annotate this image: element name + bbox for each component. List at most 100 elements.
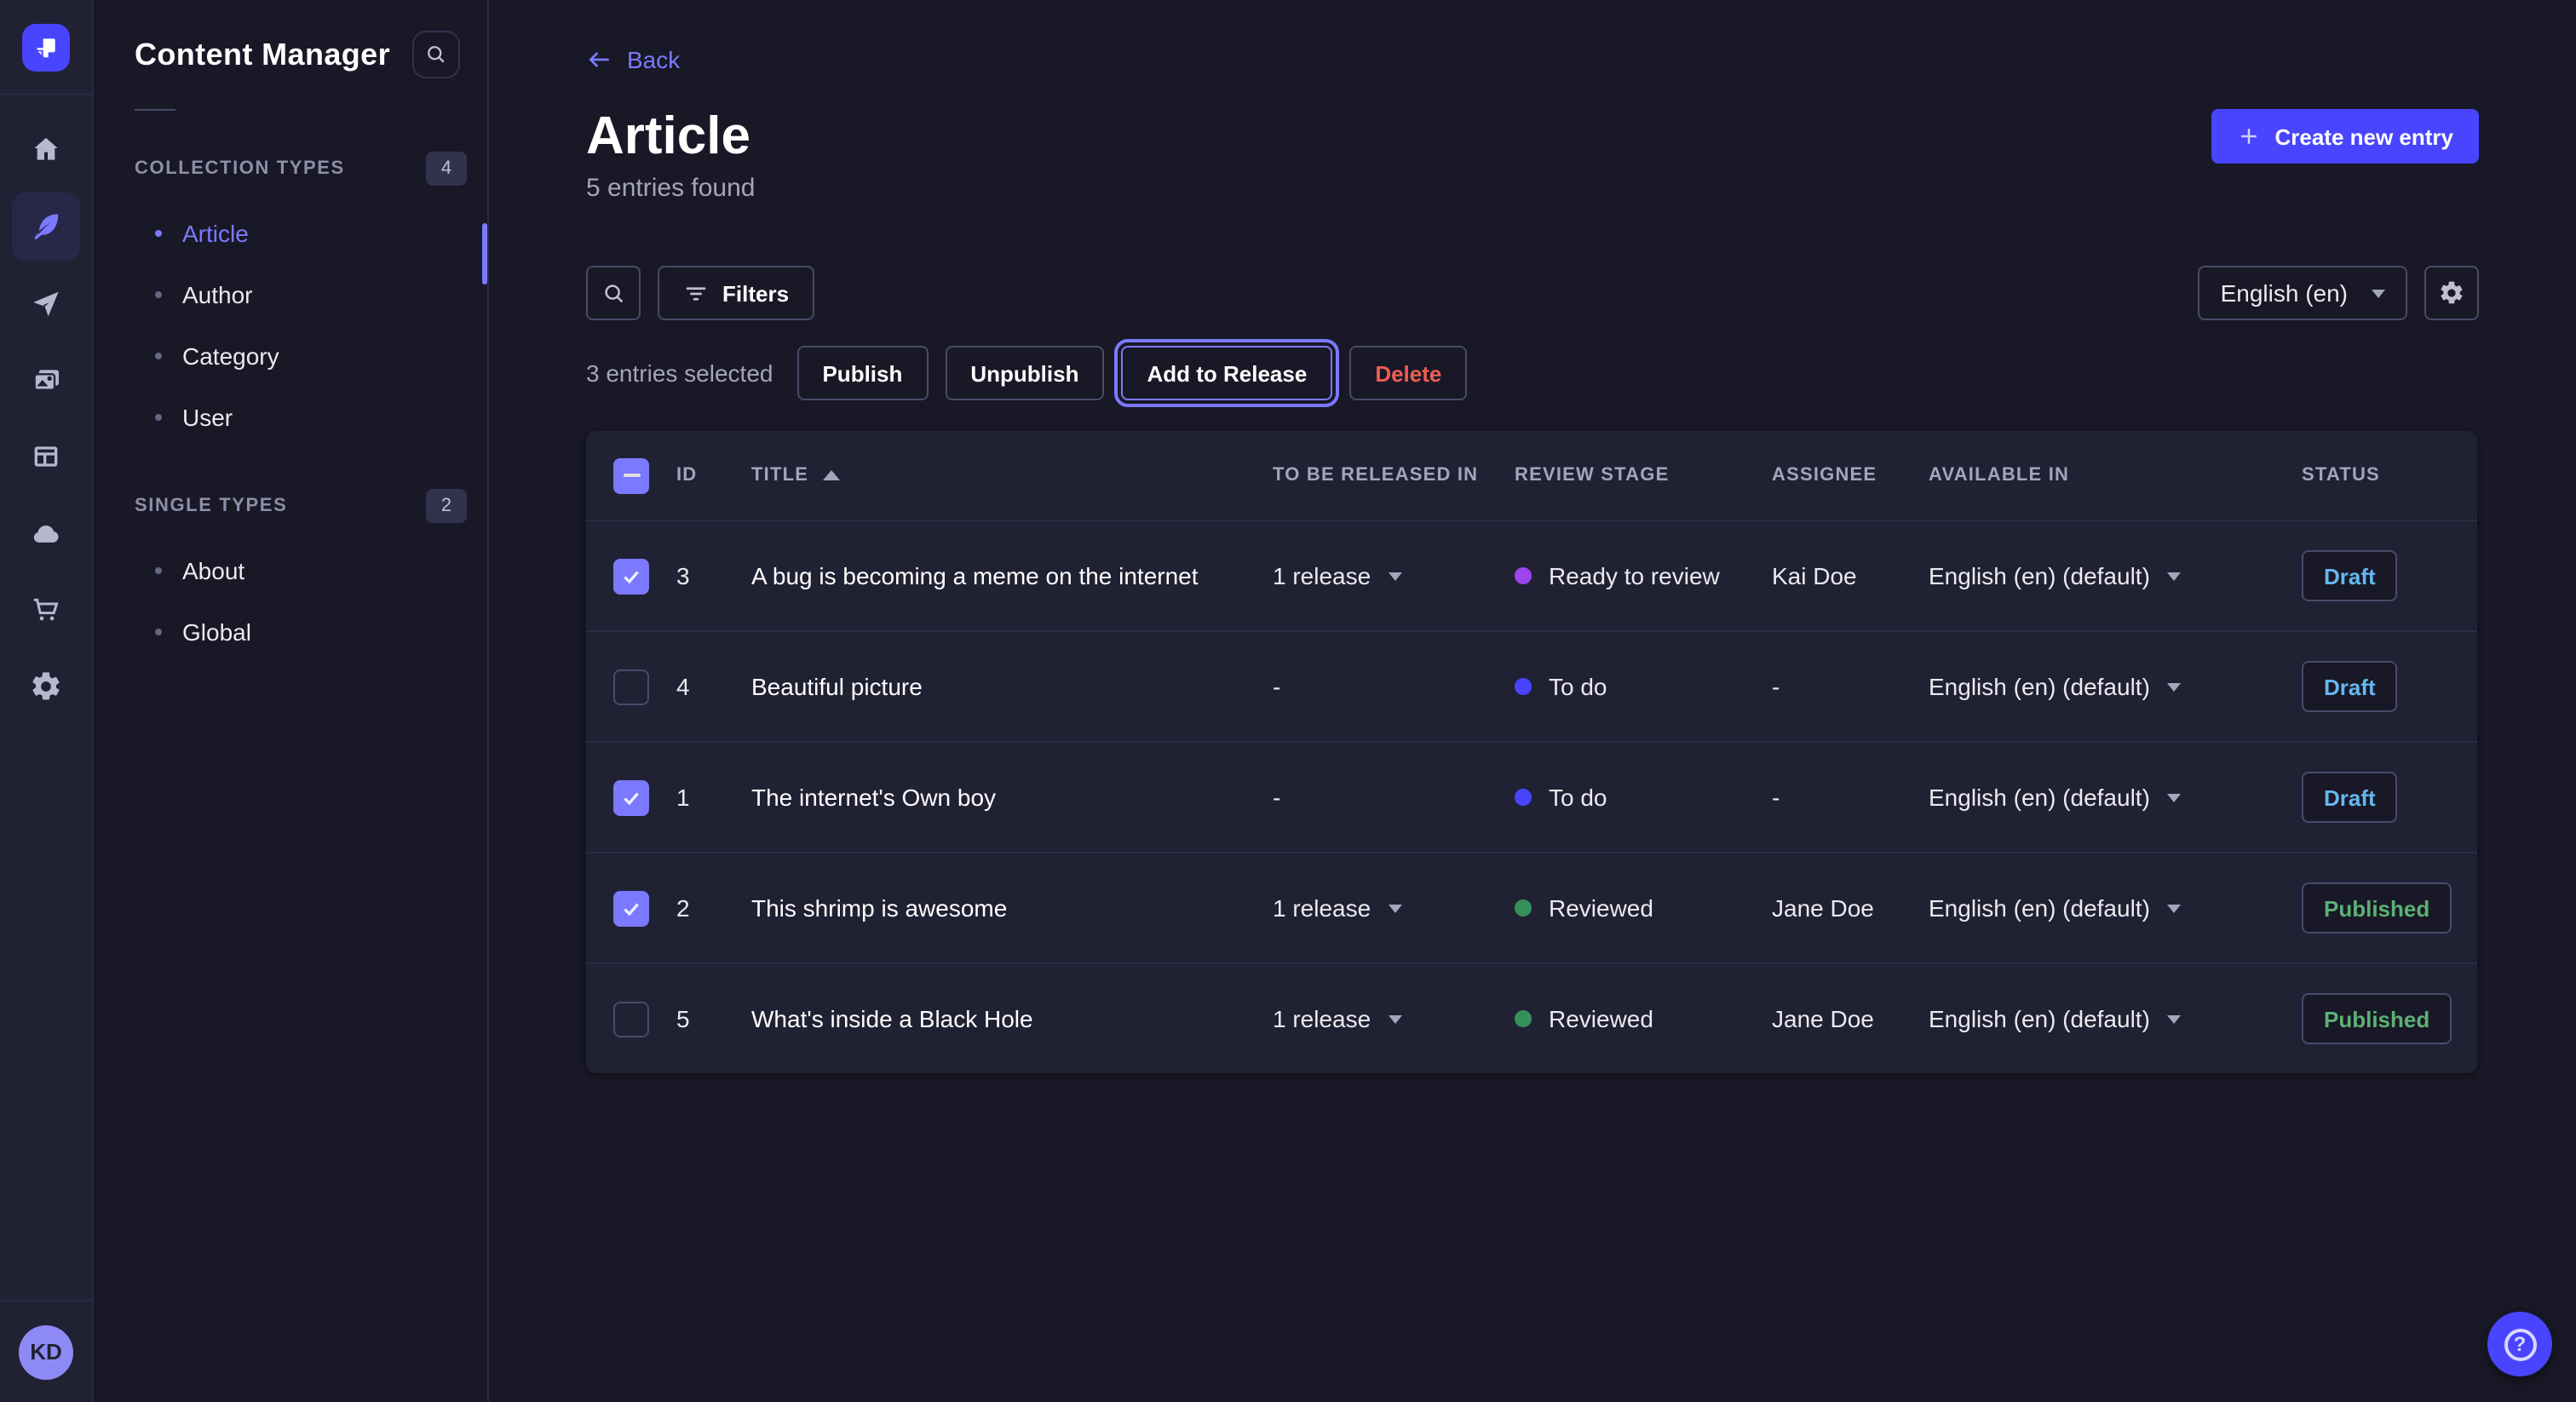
- assignee-cell: Jane Doe: [1772, 1005, 1929, 1032]
- sidebar-item-global[interactable]: Global: [94, 601, 487, 663]
- sidebar-item-user[interactable]: User: [94, 387, 487, 448]
- table-row[interactable]: 3 A bug is becoming a meme on the intern…: [586, 520, 2477, 630]
- release-cell[interactable]: 1 release: [1273, 562, 1515, 589]
- release-value: 1 release: [1273, 562, 1371, 589]
- release-cell[interactable]: 1 release: [1273, 894, 1515, 922]
- table-row[interactable]: 1 The internet's Own boy - To do - Engli…: [586, 741, 2477, 852]
- column-header-stage: REVIEW STAGE: [1515, 465, 1772, 486]
- sidebar-item-label: User: [182, 404, 233, 431]
- stage-label: To do: [1549, 784, 1607, 811]
- user-avatar[interactable]: KD: [19, 1324, 73, 1379]
- available-in-cell[interactable]: English (en) (default): [1929, 1005, 2302, 1032]
- active-item-indicator: [482, 223, 487, 284]
- rail-icon-list: [12, 116, 80, 721]
- publish-button[interactable]: Publish: [796, 346, 928, 400]
- release-cell[interactable]: 1 release: [1273, 1005, 1515, 1032]
- chevron-down-icon: [2167, 1014, 2181, 1023]
- select-all-checkbox[interactable]: [613, 457, 649, 493]
- subnav-search-button[interactable]: [412, 31, 460, 78]
- locale-select[interactable]: English (en): [2199, 266, 2407, 320]
- stage-label: To do: [1549, 673, 1607, 700]
- delete-button[interactable]: Delete: [1349, 346, 1467, 400]
- back-link[interactable]: Back: [586, 46, 680, 73]
- chevron-down-icon: [1388, 1014, 1401, 1023]
- id-cell: 1: [676, 784, 751, 811]
- home-icon[interactable]: [12, 116, 80, 184]
- publish-label: Publish: [822, 360, 902, 386]
- table-row[interactable]: 5 What's inside a Black Hole 1 release R…: [586, 962, 2477, 1073]
- stage-dot: [1515, 678, 1532, 695]
- help-button[interactable]: ?: [2487, 1312, 2552, 1376]
- releases-send-icon[interactable]: [12, 269, 80, 337]
- table-row[interactable]: 2 This shrimp is awesome 1 release Revie…: [586, 852, 2477, 962]
- column-header-assignee: ASSIGNEE: [1772, 465, 1929, 486]
- cloud-icon[interactable]: [12, 499, 80, 567]
- app-window: KD Content Manager COLLECTION TYPES 4 Ar…: [0, 0, 2576, 1402]
- view-settings-button[interactable]: [2424, 266, 2479, 320]
- subnav-title: Content Manager: [135, 37, 390, 72]
- sidebar-item-label: Category: [182, 342, 279, 370]
- table-row[interactable]: 4 Beautiful picture - To do - English (e…: [586, 630, 2477, 741]
- chevron-down-icon: [1388, 904, 1401, 912]
- sidebar-item-label: About: [182, 557, 244, 584]
- filters-button[interactable]: Filters: [658, 266, 814, 320]
- strapi-logo[interactable]: [22, 23, 70, 71]
- search-icon: [424, 43, 448, 66]
- available-in-cell[interactable]: English (en) (default): [1929, 673, 2302, 700]
- bullet-icon: [155, 567, 162, 574]
- stage-dot: [1515, 567, 1532, 584]
- title-cell: Beautiful picture: [751, 673, 1273, 700]
- sidebar-item-author[interactable]: Author: [94, 264, 487, 325]
- status-cell: Draft: [2302, 550, 2450, 601]
- marketplace-cart-icon[interactable]: [12, 576, 80, 644]
- check-icon: [620, 786, 642, 808]
- available-in-cell[interactable]: English (en) (default): [1929, 894, 2302, 922]
- sidebar-item-category[interactable]: Category: [94, 325, 487, 387]
- assignee-cell: Kai Doe: [1772, 562, 1929, 589]
- collection-types-label: COLLECTION TYPES: [135, 158, 345, 179]
- sidebar-item-about[interactable]: About: [94, 540, 487, 601]
- row-checkbox[interactable]: [613, 890, 649, 926]
- status-badge: Draft: [2302, 772, 2398, 823]
- back-label: Back: [627, 46, 680, 73]
- column-header-release: TO BE RELEASED IN: [1273, 465, 1515, 486]
- available-in-cell[interactable]: English (en) (default): [1929, 784, 2302, 811]
- arrow-left-icon: [586, 46, 613, 73]
- search-button[interactable]: [586, 266, 641, 320]
- row-checkbox[interactable]: [613, 779, 649, 815]
- status-cell: Draft: [2302, 661, 2450, 712]
- add-to-release-label: Add to Release: [1147, 360, 1307, 386]
- stage-dot: [1515, 1010, 1532, 1027]
- title-header-label: TITLE: [751, 465, 808, 486]
- filters-label: Filters: [722, 280, 789, 306]
- media-library-icon[interactable]: [12, 346, 80, 414]
- bullet-icon: [155, 629, 162, 635]
- selection-count-text: 3 entries selected: [586, 359, 773, 387]
- title-cell: What's inside a Black Hole: [751, 1005, 1273, 1032]
- row-checkbox[interactable]: [613, 669, 649, 704]
- chevron-down-icon: [1388, 572, 1401, 580]
- assignee-cell: Jane Doe: [1772, 894, 1929, 922]
- sidebar-item-article[interactable]: Article: [94, 203, 487, 264]
- review-stage-cell: To do: [1515, 784, 1772, 811]
- collection-types-section: COLLECTION TYPES 4 Article Author Catego…: [94, 148, 487, 448]
- column-header-title[interactable]: TITLE: [751, 465, 1273, 486]
- content-type-builder-icon[interactable]: [12, 422, 80, 491]
- available-in-cell[interactable]: English (en) (default): [1929, 562, 2302, 589]
- create-new-entry-button[interactable]: Create new entry: [2211, 109, 2479, 164]
- locale-value: English (en) (default): [1929, 1005, 2150, 1032]
- add-to-release-button[interactable]: Add to Release: [1121, 346, 1332, 400]
- chevron-down-icon: [2372, 289, 2385, 297]
- filter-icon: [683, 280, 709, 306]
- unpublish-button[interactable]: Unpublish: [945, 346, 1104, 400]
- main-nav-rail: KD: [0, 0, 94, 1402]
- release-cell: -: [1273, 673, 1515, 700]
- unpublish-label: Unpublish: [970, 360, 1078, 386]
- stage-label: Reviewed: [1549, 1005, 1653, 1032]
- settings-gear-icon[interactable]: [12, 652, 80, 721]
- row-checkbox[interactable]: [613, 1001, 649, 1037]
- status-badge: Draft: [2302, 661, 2398, 712]
- stage-label: Ready to review: [1549, 562, 1720, 589]
- content-manager-feather-icon[interactable]: [12, 192, 80, 261]
- row-checkbox[interactable]: [613, 558, 649, 594]
